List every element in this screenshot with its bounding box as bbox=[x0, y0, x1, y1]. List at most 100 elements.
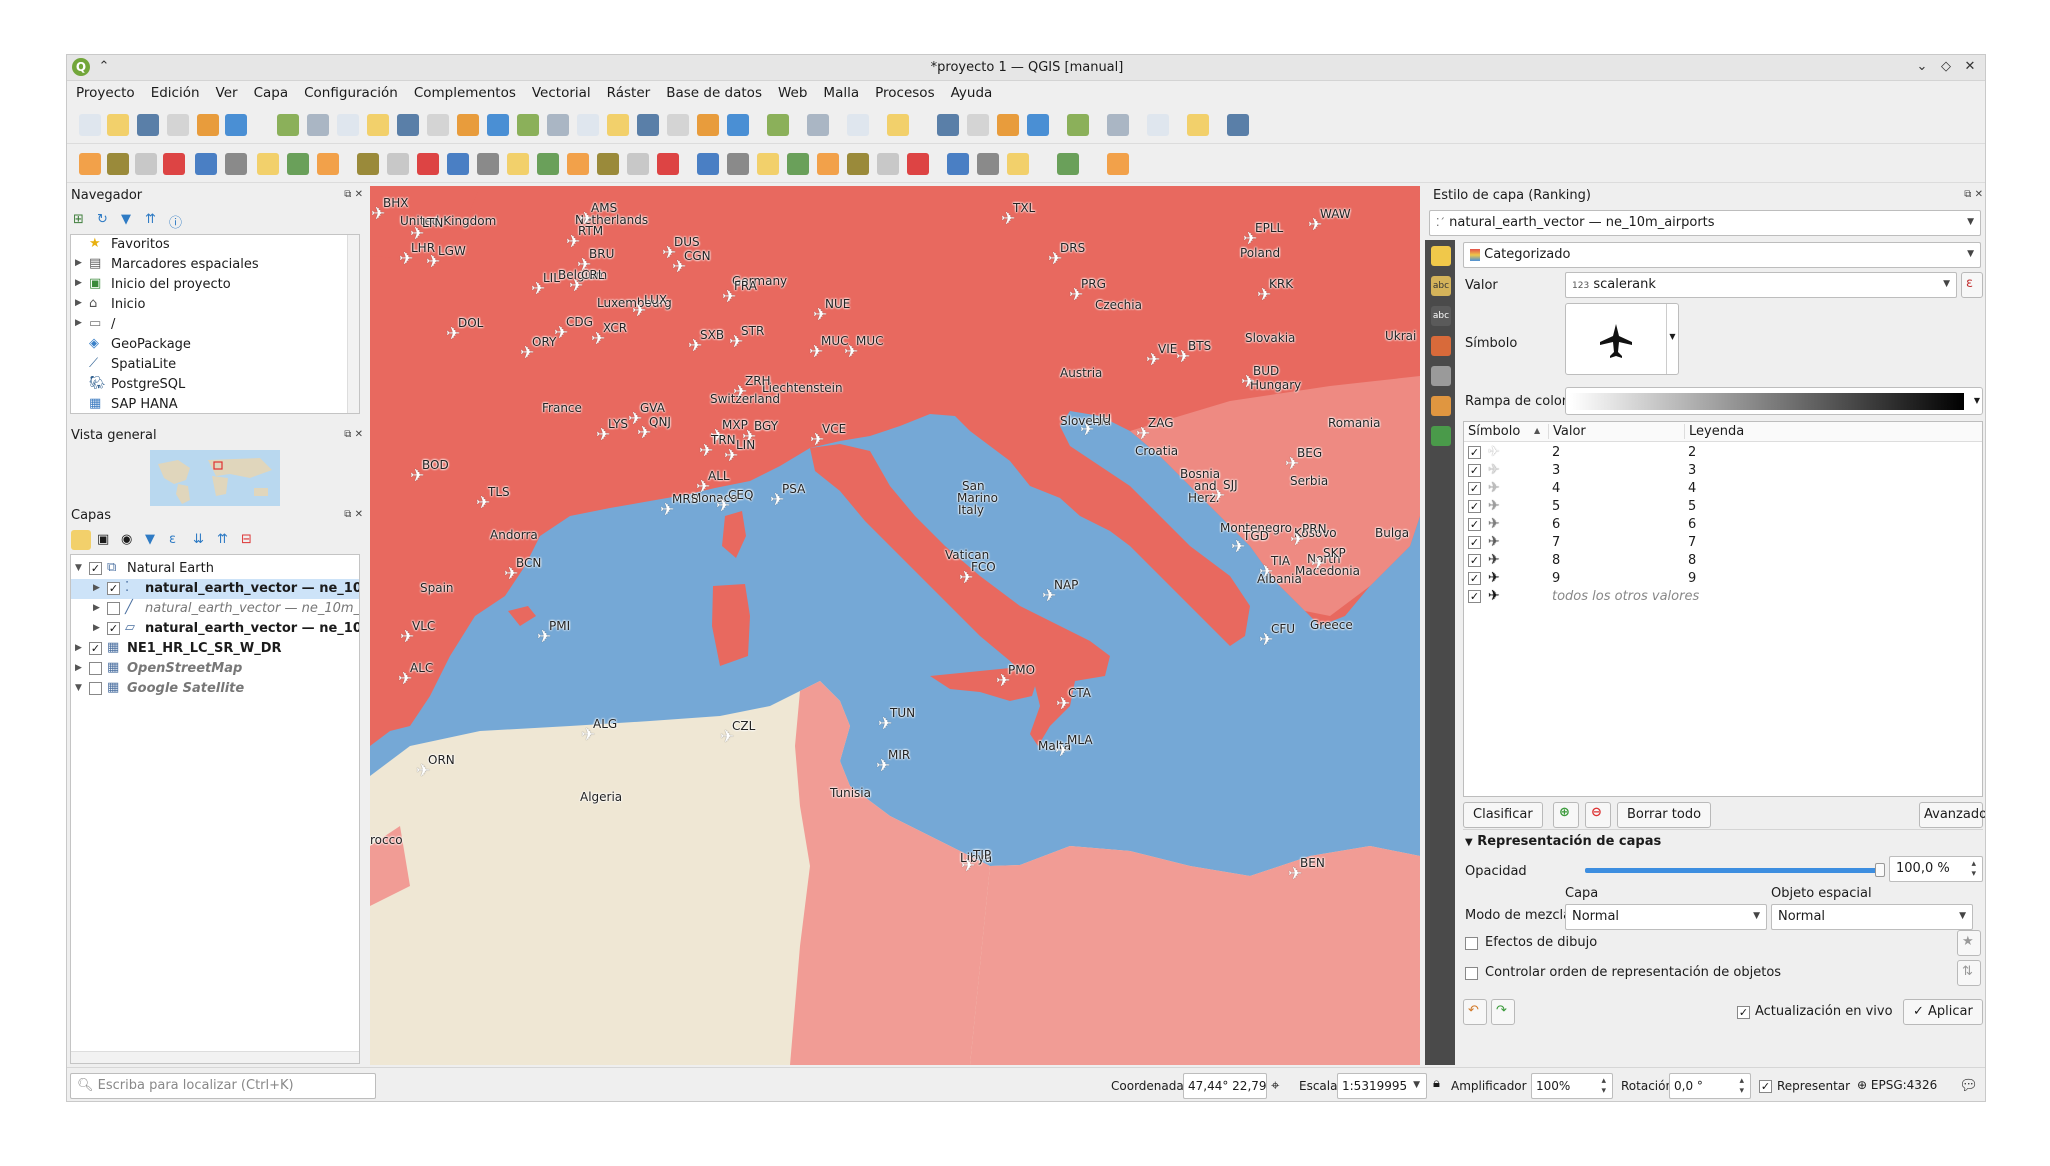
color-ramp-button[interactable]: ▼ bbox=[1565, 387, 1983, 415]
add-group-icon[interactable]: ▣ bbox=[97, 532, 109, 547]
toolbar-tool-icon[interactable] bbox=[807, 114, 829, 136]
toolbar-tool-icon[interactable] bbox=[817, 153, 839, 175]
toolbar-tool-icon[interactable] bbox=[1187, 114, 1209, 136]
toolbar-tool-icon[interactable] bbox=[1107, 114, 1129, 136]
categories-table[interactable]: Símbolo ▲ Valor Leyenda ✓ ✈ 2 2 ✓ ✈ 3 3 ✓ ✈ 4 4 ✓ ✈ 5 5… bbox=[1463, 421, 1983, 797]
map-canvas[interactable]: United Kingdom Netherlands Belgium Germany P… bbox=[370, 186, 1420, 1065]
navigator-item[interactable]: 🐘︎ PostgreSQL bbox=[71, 375, 351, 395]
category-row[interactable]: ✓ ✈ 3 3 bbox=[1464, 462, 1982, 480]
col-value[interactable]: Valor bbox=[1548, 424, 1586, 439]
expand-arrow-icon[interactable]: ▶ bbox=[75, 663, 82, 673]
category-row[interactable]: ✓ ✈ 2 2 bbox=[1464, 444, 1982, 462]
toolbar-tool-icon[interactable] bbox=[487, 114, 509, 136]
menu-capa[interactable]: Capa bbox=[245, 82, 296, 101]
rendering-section[interactable]: ▼ Representación de capas bbox=[1465, 834, 1661, 849]
live-update-checkbox[interactable]: ✓ bbox=[1737, 1006, 1750, 1019]
toolbar-tool-icon[interactable] bbox=[1007, 153, 1029, 175]
panel-float-close-icons[interactable]: ⧉ ✕ bbox=[1964, 189, 1983, 200]
toolbar-tool-icon[interactable] bbox=[887, 114, 909, 136]
toolbar-tool-icon[interactable] bbox=[317, 153, 339, 175]
menu-web[interactable]: Web bbox=[769, 82, 814, 101]
toolbar-tool-icon[interactable] bbox=[1027, 114, 1049, 136]
menu-ráster[interactable]: Ráster bbox=[598, 82, 658, 101]
toolbar-tool-icon[interactable] bbox=[135, 153, 157, 175]
symbol-button[interactable]: ▼ bbox=[1565, 303, 1679, 375]
toolbar-tool-icon[interactable] bbox=[417, 153, 439, 175]
rotation-field[interactable]: 0,0 ° ▴ ▾ bbox=[1669, 1073, 1751, 1099]
toolbar-tool-icon[interactable] bbox=[547, 114, 569, 136]
toolbar-tool-icon[interactable] bbox=[907, 153, 929, 175]
menu-base-de-datos[interactable]: Base de datos bbox=[657, 82, 769, 101]
toolbar-tool-icon[interactable] bbox=[577, 114, 599, 136]
toolbar-tool-icon[interactable] bbox=[257, 153, 279, 175]
toolbar-tool-icon[interactable] bbox=[1067, 114, 1089, 136]
menu-complementos[interactable]: Complementos bbox=[405, 82, 523, 101]
navigator-item[interactable]: ⟋ SpatiaLite bbox=[71, 355, 351, 375]
filter-icon[interactable]: ▼ bbox=[121, 212, 131, 227]
toolbar-tool-icon[interactable] bbox=[337, 114, 359, 136]
expand-arrow-icon[interactable]: ▶ bbox=[93, 623, 100, 633]
toolbar-tool-icon[interactable] bbox=[667, 114, 689, 136]
expand-arrow-icon[interactable]: ▶ bbox=[75, 298, 82, 308]
toolbar-main-icons[interactable] bbox=[67, 106, 1986, 144]
toolbar-secondary-icons[interactable] bbox=[67, 145, 1986, 183]
toolbar-tool-icon[interactable] bbox=[697, 153, 719, 175]
navigator-item[interactable]: ▦ SAP HANA bbox=[71, 395, 351, 413]
layer-item[interactable]: ▼ ▦ Google Satellite bbox=[71, 679, 359, 699]
toolbar-tool-icon[interactable] bbox=[225, 153, 247, 175]
renderer-select[interactable]: Categorizado ▼ bbox=[1463, 242, 1981, 268]
panel-float-close-icons[interactable]: ⧉ ✕ bbox=[344, 189, 363, 200]
navigator-scrollbar[interactable] bbox=[347, 235, 359, 413]
layer-item[interactable]: ▶ ✓ ⁚ natural_earth_vector — ne_10m_ bbox=[71, 579, 359, 599]
toolbar-tool-icon[interactable] bbox=[597, 153, 619, 175]
toolbar-tool-icon[interactable] bbox=[163, 153, 185, 175]
toolbar-tool-icon[interactable] bbox=[727, 114, 749, 136]
value-field[interactable]: 123 scalerank ▼ bbox=[1565, 272, 1957, 298]
coordinate-field[interactable]: 47,44° 22,79° bbox=[1183, 1073, 1267, 1099]
info-icon[interactable]: ⓘ bbox=[169, 212, 182, 231]
layer-visibility-checkbox[interactable] bbox=[89, 662, 102, 675]
layer-item[interactable]: ▼ ✓ ⧉ Natural Earth bbox=[71, 559, 359, 579]
expression-button[interactable]: ε bbox=[1961, 272, 1983, 298]
layer-select[interactable]: ⁚´ natural_earth_vector — ne_10m_airport… bbox=[1429, 210, 1981, 236]
expand-arrow-icon[interactable]: ▶ bbox=[93, 603, 100, 613]
category-row[interactable]: ✓ ✈ todos los otros valores bbox=[1464, 588, 1982, 606]
mouse-cursor-icon[interactable]: ⌖ bbox=[1271, 1076, 1279, 1094]
toolbar-tool-icon[interactable] bbox=[397, 114, 419, 136]
layer-item[interactable]: ▶ ✓ ▱ natural_earth_vector — ne_10m_ bbox=[71, 619, 359, 639]
delete-all-button[interactable]: Borrar todo bbox=[1617, 802, 1712, 828]
add-category-button[interactable]: ⊕ bbox=[1553, 802, 1579, 828]
layer-item[interactable]: ▶ ▦ OpenStreetMap bbox=[71, 659, 359, 679]
category-checkbox[interactable]: ✓ bbox=[1468, 536, 1481, 549]
toolbar-tool-icon[interactable] bbox=[637, 114, 659, 136]
refresh-icon[interactable]: ↻ bbox=[97, 212, 108, 227]
effects-star-icon[interactable]: ★ bbox=[1957, 930, 1981, 956]
layer-item[interactable]: ▶ ✓ ▦ NE1_HR_LC_SR_W_DR bbox=[71, 639, 359, 659]
toolbar-tool-icon[interactable] bbox=[107, 114, 129, 136]
lock-icon[interactable]: 🔒︎ bbox=[1433, 1076, 1440, 1091]
navigator-tree[interactable]: ★ Favoritos ▶ ▤ Marcadores espaciales ▶ ▣ Inici… bbox=[70, 234, 360, 414]
opacity-slider-handle[interactable] bbox=[1875, 863, 1885, 877]
panel-float-close-icons[interactable]: ⧉ ✕ bbox=[344, 509, 363, 520]
toolbar-tool-icon[interactable] bbox=[1057, 153, 1079, 175]
category-row[interactable]: ✓ ✈ 8 8 bbox=[1464, 552, 1982, 570]
navigator-item[interactable]: ▶ ▣ Inicio del proyecto bbox=[71, 275, 351, 295]
toolbar-tool-icon[interactable] bbox=[537, 153, 559, 175]
scale-field[interactable]: 1:5319995 ▼ bbox=[1337, 1073, 1427, 1099]
order-sort-icon[interactable]: ⇅ bbox=[1957, 960, 1981, 986]
toolbar-tool-icon[interactable] bbox=[387, 153, 409, 175]
toolbar-tool-icon[interactable] bbox=[225, 114, 247, 136]
expand-arrow-icon[interactable]: ▶ bbox=[75, 258, 82, 268]
category-checkbox[interactable]: ✓ bbox=[1468, 500, 1481, 513]
toolbar-tool-icon[interactable] bbox=[657, 153, 679, 175]
toolbar-tool-icon[interactable] bbox=[767, 114, 789, 136]
menu-ayuda[interactable]: Ayuda bbox=[942, 82, 1000, 101]
opacity-slider[interactable] bbox=[1585, 863, 1885, 877]
toolbar-tool-icon[interactable] bbox=[567, 153, 589, 175]
toolbar-tool-icon[interactable] bbox=[137, 114, 159, 136]
toolbar-tool-icon[interactable] bbox=[697, 114, 719, 136]
collapse-arrow-icon[interactable]: ▼ bbox=[75, 563, 82, 573]
classify-button[interactable]: Clasificar bbox=[1463, 802, 1543, 828]
toolbar-tool-icon[interactable] bbox=[79, 153, 101, 175]
menu-malla[interactable]: Malla bbox=[814, 82, 866, 101]
